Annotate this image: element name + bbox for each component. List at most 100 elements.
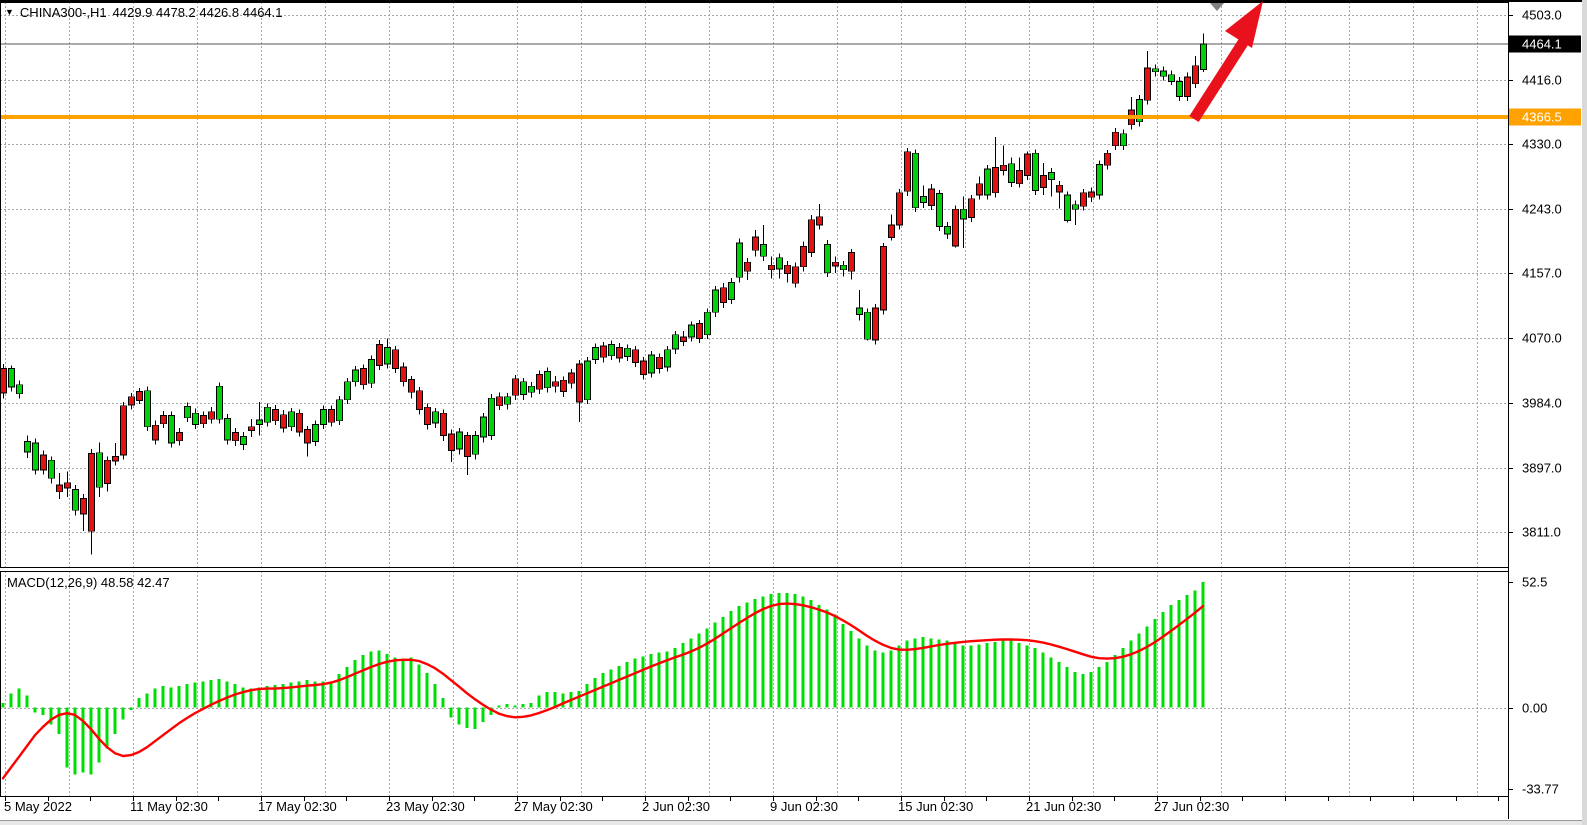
candle xyxy=(769,265,775,269)
candle xyxy=(497,397,503,406)
macd-histogram-bar xyxy=(978,644,981,707)
candle xyxy=(145,391,151,427)
candle xyxy=(465,436,471,457)
macd-histogram-bar xyxy=(82,708,85,773)
macd-histogram-bar xyxy=(778,593,781,708)
time-tick-label[interactable]: 27 Jun 02:30 xyxy=(1154,799,1229,814)
candle xyxy=(9,368,15,387)
macd-histogram-bar xyxy=(578,691,581,708)
macd-histogram-bar xyxy=(706,629,709,708)
time-tick-label[interactable]: 9 Jun 02:30 xyxy=(770,799,838,814)
candle xyxy=(561,380,567,391)
candle xyxy=(449,434,455,450)
macd-histogram-bar xyxy=(258,687,261,707)
candle xyxy=(369,359,375,383)
price-tick-label: 3897.0 xyxy=(1522,461,1562,474)
candle xyxy=(201,415,207,423)
candle xyxy=(553,382,559,386)
macd-histogram-bar xyxy=(162,686,165,708)
trend-arrow-head[interactable] xyxy=(1225,1,1263,48)
price-tick-label: 3984.0 xyxy=(1522,396,1562,409)
macd-histogram-bar xyxy=(58,708,61,734)
macd-histogram-bar xyxy=(1178,600,1181,708)
candle xyxy=(993,167,999,192)
candle xyxy=(137,392,143,401)
price-tick-label: 4416.0 xyxy=(1522,73,1562,86)
time-tick-label[interactable]: 11 May 02:30 xyxy=(130,799,208,814)
macd-histogram-bar xyxy=(378,650,381,707)
candle xyxy=(817,217,823,225)
candle xyxy=(825,244,831,272)
candle xyxy=(721,288,727,303)
candle xyxy=(665,350,671,367)
macd-histogram-bar xyxy=(890,650,893,707)
candle xyxy=(297,413,303,432)
time-tick-label[interactable]: 15 Jun 02:30 xyxy=(898,799,973,814)
candle xyxy=(97,453,103,487)
candle xyxy=(185,406,191,417)
macd-histogram-bar xyxy=(1074,672,1077,708)
candle xyxy=(1049,173,1055,180)
candle xyxy=(625,348,631,356)
macd-histogram-bar xyxy=(986,643,989,708)
price-tick-label: 4070.0 xyxy=(1522,332,1562,345)
macd-histogram-bar xyxy=(858,638,861,707)
macd-histogram-bar xyxy=(930,638,933,707)
macd-histogram-bar xyxy=(1170,605,1173,708)
price-panel-border xyxy=(1,3,1509,568)
time-tick-label[interactable]: 23 May 02:30 xyxy=(386,799,465,814)
time-tick-label[interactable]: 2 Jun 02:30 xyxy=(642,799,710,814)
candle xyxy=(865,312,871,339)
macd-histogram-bar xyxy=(1042,653,1045,708)
candle xyxy=(673,335,679,349)
candle xyxy=(49,460,55,478)
candle xyxy=(177,433,183,441)
candle xyxy=(121,406,127,455)
candle xyxy=(937,194,943,227)
time-tick-label[interactable]: 17 May 02:30 xyxy=(258,799,337,814)
candle xyxy=(1057,185,1063,192)
macd-histogram-bar xyxy=(362,655,365,708)
macd-histogram-bar xyxy=(962,645,965,707)
macd-histogram-bar xyxy=(154,689,157,708)
macd-histogram-bar xyxy=(530,703,533,708)
candle xyxy=(849,253,855,272)
candle xyxy=(113,457,119,461)
macd-histogram-bar xyxy=(1146,626,1149,707)
macd-histogram-bar xyxy=(714,623,717,708)
candle xyxy=(1153,69,1159,72)
macd-histogram-bar xyxy=(146,693,149,707)
candle xyxy=(633,350,639,363)
candle xyxy=(1025,154,1031,176)
time-tick-label[interactable]: 5 May 2022 xyxy=(4,799,72,814)
candle xyxy=(689,325,695,337)
macd-histogram-bar xyxy=(642,656,645,707)
macd-histogram-bar xyxy=(1098,667,1101,708)
macd-histogram-bar xyxy=(546,692,549,708)
candle xyxy=(337,400,343,421)
time-tick-label[interactable]: 27 May 02:30 xyxy=(514,799,593,814)
candle xyxy=(209,412,215,419)
candle xyxy=(1081,193,1087,206)
macd-histogram-bar xyxy=(458,708,461,725)
macd-histogram-bar xyxy=(626,662,629,707)
macd-histogram-bar xyxy=(402,659,405,708)
candle xyxy=(801,247,807,267)
time-tick-label[interactable]: 21 Jun 02:30 xyxy=(1026,799,1101,814)
macd-histogram-bar xyxy=(946,641,949,708)
candle xyxy=(1193,66,1199,84)
candle xyxy=(1065,195,1071,220)
macd-histogram-bar xyxy=(1106,662,1109,707)
macd-histogram-bar xyxy=(866,645,869,707)
candle xyxy=(345,382,351,400)
candle xyxy=(1201,44,1207,70)
symbol-menu-icon[interactable]: ▼ xyxy=(5,8,14,17)
window-right-edge xyxy=(1582,0,1587,825)
macd-histogram-bar xyxy=(242,687,245,707)
candle xyxy=(457,432,463,449)
candle xyxy=(433,412,439,423)
macd-histogram-bar xyxy=(634,659,637,708)
chart-canvas[interactable] xyxy=(0,0,1587,825)
macd-histogram-bar xyxy=(1202,582,1205,708)
macd-histogram-bar xyxy=(1026,645,1029,707)
